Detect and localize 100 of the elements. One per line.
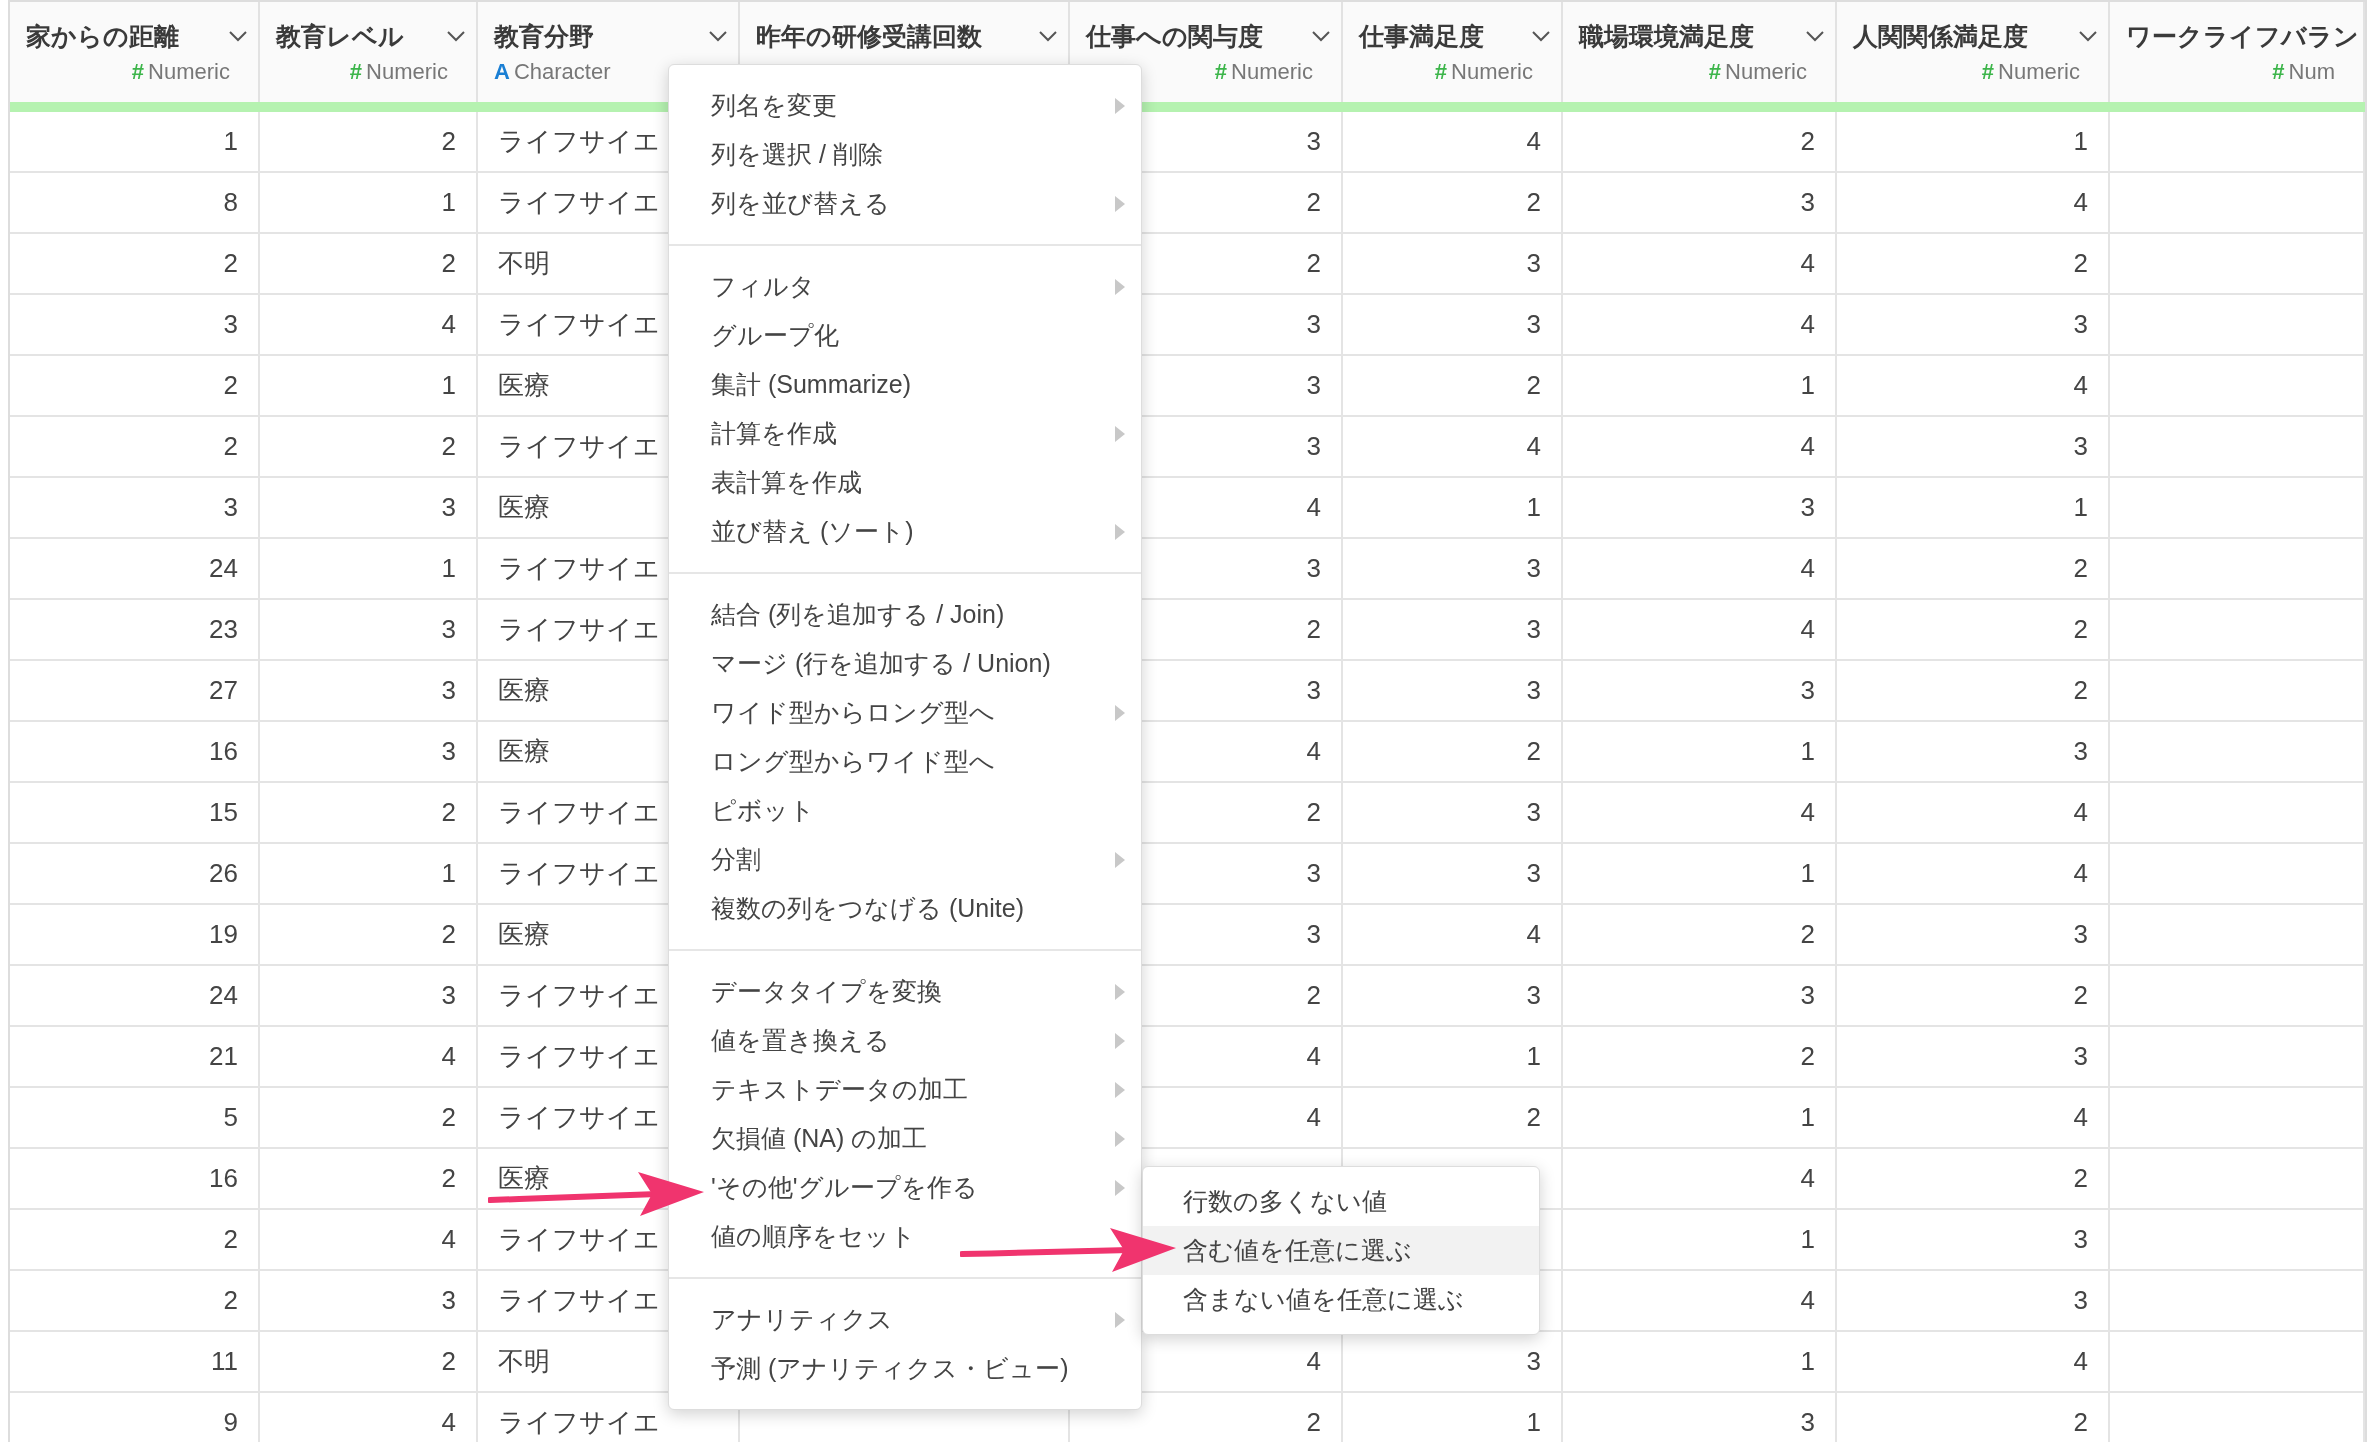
table-cell: 2 (441, 1102, 456, 1133)
menu-item[interactable]: 分割 (711, 843, 761, 876)
chevron-down-icon[interactable] (1531, 30, 1551, 42)
column-header: 職場環境満足度 (1579, 20, 1754, 52)
menu-item[interactable]: ワイド型からロング型へ (711, 696, 995, 729)
table-cell: 2 (441, 431, 456, 462)
table-cell: 3 (1800, 980, 1815, 1011)
table-cell: 4 (1526, 919, 1541, 950)
table-cell: 4 (1800, 1285, 1815, 1316)
chevron-down-icon[interactable] (708, 30, 728, 42)
table-cell: 1 (441, 858, 456, 889)
table-cell: 3 (2073, 1285, 2088, 1316)
menu-item[interactable]: データタイプを変換 (711, 975, 942, 1008)
menu-item[interactable]: 列名を変更 (711, 89, 837, 122)
table-cell: 2 (2073, 675, 2088, 706)
table-cell: 3 (1306, 126, 1321, 157)
table-cell-text: ライフサイエ (498, 125, 660, 158)
chevron-down-icon[interactable] (446, 30, 466, 42)
table-cell: 4 (1306, 1346, 1321, 1377)
table-cell: 2 (1526, 187, 1541, 218)
menu-item[interactable]: フィルタ (711, 270, 815, 303)
chevron-down-icon[interactable] (1038, 30, 1058, 42)
menu-item[interactable]: テキストデータの加工 (711, 1073, 968, 1106)
column-type: Numeric (1451, 58, 1533, 85)
chevron-down-icon[interactable] (1805, 30, 1825, 42)
column-header: 家からの距離 (26, 20, 179, 52)
table-cell-text: ライフサイエ (498, 613, 660, 646)
table-cell: 2 (1800, 1041, 1815, 1072)
column-header: 教育レベル (276, 20, 404, 52)
menu-item[interactable]: 値を置き換える (711, 1024, 890, 1057)
menu-item[interactable]: 表計算を作成 (711, 466, 862, 499)
table-cell: 3 (441, 980, 456, 1011)
chevron-down-icon[interactable] (2078, 30, 2098, 42)
table-cell: 2 (441, 248, 456, 279)
table-cell: 2 (2073, 1163, 2088, 1194)
menu-item[interactable]: マージ (行を追加する / Union) (711, 647, 1051, 680)
menu-item[interactable]: グループ化 (711, 319, 839, 352)
table-cell: 1 (223, 126, 238, 157)
menu-item[interactable]: ロング型からワイド型へ (711, 745, 995, 778)
column-header: 昨年の研修受講回数 (756, 20, 982, 52)
table-cell: 3 (441, 736, 456, 767)
column-header: 仕事への関与度 (1086, 20, 1263, 52)
menu-item[interactable]: 行数の多くない値 (1143, 1177, 1539, 1226)
table-cell: 1 (1800, 1102, 1815, 1133)
table-cell: 3 (1526, 858, 1541, 889)
table-cell: 21 (209, 1041, 238, 1072)
menu-item[interactable]: 欠損値 (NA) の加工 (711, 1122, 928, 1155)
column-header: ワークライフバラン (2126, 20, 2359, 52)
table-cell: 1 (2073, 492, 2088, 523)
menu-item[interactable]: 予測 (アナリティクス・ビュー) (711, 1352, 1069, 1385)
table-cell-text: 医療 (498, 1162, 550, 1195)
chevron-down-icon[interactable] (228, 30, 248, 42)
table-cell: 19 (209, 919, 238, 950)
table-cell: 4 (2073, 1102, 2088, 1133)
table-cell: 4 (2073, 1346, 2088, 1377)
menu-item[interactable]: アナリティクス (711, 1303, 893, 1336)
table-cell-text: 不明 (498, 1345, 550, 1378)
column-header: 仕事満足度 (1359, 20, 1484, 52)
table-cell: 3 (1306, 370, 1321, 401)
table-cell: 23 (209, 614, 238, 645)
table-cell-text: ライフサイエ (498, 857, 660, 890)
table-cell: 3 (441, 614, 456, 645)
table-cell: 2 (2073, 248, 2088, 279)
table-cell: 2 (2073, 1407, 2088, 1438)
menu-item[interactable]: 含む値を任意に選ぶ (1143, 1226, 1539, 1275)
menu-item[interactable]: 結合 (列を追加する / Join) (711, 598, 1005, 631)
menu-item[interactable]: 集計 (Summarize) (711, 368, 911, 401)
table-cell: 3 (1526, 614, 1541, 645)
table-cell: 1 (441, 370, 456, 401)
table-cell: 2 (223, 1224, 238, 1255)
table-cell: 2 (1306, 1407, 1321, 1438)
type-icon: # (1214, 58, 1228, 85)
table-cell-text: ライフサイエ (498, 308, 660, 341)
column-header: 人関関係満足度 (1853, 20, 2028, 52)
table-cell: 4 (1526, 431, 1541, 462)
table-cell: 3 (1526, 675, 1541, 706)
table-cell: 3 (1800, 492, 1815, 523)
table-cell: 3 (1800, 1407, 1815, 1438)
menu-item[interactable]: 並び替え (ソート) (711, 515, 914, 548)
menu-item[interactable]: 計算を作成 (711, 417, 837, 450)
table-cell: 2 (1526, 1102, 1541, 1133)
type-icon: # (1434, 58, 1448, 85)
column-type: Numeric (366, 58, 448, 85)
table-cell: 24 (209, 553, 238, 584)
menu-item[interactable]: 含まない値を任意に選ぶ (1143, 1275, 1539, 1324)
table-cell-text: 医療 (498, 674, 550, 707)
table-cell: 9 (223, 1407, 238, 1438)
menu-item[interactable]: ピボット (711, 794, 815, 827)
menu-item[interactable]: 値の順序をセット (711, 1220, 916, 1253)
table-cell: 4 (1306, 736, 1321, 767)
menu-item[interactable]: 複数の列をつなげる (Unite) (711, 892, 1024, 925)
table-cell: 4 (1800, 248, 1815, 279)
table-cell: 26 (209, 858, 238, 889)
menu-item[interactable]: 列を選択 / 削除 (711, 138, 883, 171)
table-cell-text: ライフサイエ (498, 552, 660, 585)
table-cell-text: ライフサイエ (498, 1223, 660, 1256)
menu-item[interactable]: 'その他'グループを作る (711, 1171, 978, 1204)
chevron-down-icon[interactable] (1311, 30, 1331, 42)
menu-item[interactable]: 列を並び替える (711, 187, 890, 220)
table-cell: 3 (2073, 919, 2088, 950)
